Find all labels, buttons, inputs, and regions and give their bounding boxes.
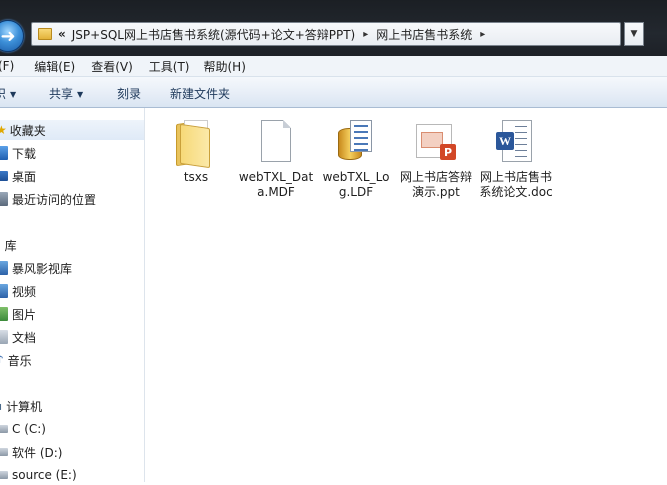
chevron-down-icon: ▼: [10, 90, 17, 99]
menu-edit[interactable]: 编辑(E): [28, 58, 81, 75]
breadcrumb-separator-icon[interactable]: ▸: [363, 29, 368, 40]
nav-item-label: source (E:): [12, 468, 77, 482]
nav-item-label: C (C:): [12, 422, 46, 436]
address-overflow-chevron[interactable]: «: [58, 27, 66, 41]
mdf-file-icon: [252, 118, 300, 166]
document-icon: [0, 330, 8, 344]
nav-item-drive-d[interactable]: 软件 (D:): [0, 442, 62, 462]
command-bar: 织 ▼ 共享 ▼ 刻录 新建文件夹: [0, 77, 667, 108]
back-arrow-icon: ➜: [0, 25, 16, 47]
menu-help[interactable]: 帮助(H): [198, 58, 252, 75]
nav-item-label: 文档: [12, 330, 37, 345]
breadcrumb-segment-current[interactable]: 网上书店售书系统: [376, 26, 472, 43]
word-file-icon: W: [492, 118, 540, 166]
nav-favorites-header[interactable]: ★ 收藏夹: [0, 120, 144, 140]
share-label: 共享: [49, 87, 74, 101]
powerpoint-file-icon: P: [412, 118, 460, 166]
file-item-folder[interactable]: tsxs: [158, 118, 234, 185]
file-name: webTXL_Log.LDF: [322, 170, 390, 199]
desktop-icon: [0, 171, 8, 181]
nav-item-label: 最近访问的位置: [12, 192, 97, 207]
nav-item-label: 音乐: [7, 353, 32, 368]
nav-item-label: 软件 (D:): [12, 445, 63, 460]
drive-icon: [0, 425, 8, 433]
menu-tools[interactable]: 工具(T): [143, 58, 196, 75]
nav-item-label: 暴风影视库: [12, 261, 73, 276]
organize-button[interactable]: 织 ▼: [0, 85, 16, 102]
file-name: tsxs: [183, 170, 209, 184]
nav-item-label: 视频: [12, 284, 37, 299]
file-item-ppt[interactable]: P 网上书店答辩演示.ppt: [398, 118, 474, 200]
back-button[interactable]: ➜: [0, 20, 24, 52]
nav-item-desktop[interactable]: 桌面: [0, 166, 36, 186]
nav-item-label: 图片: [12, 307, 37, 322]
picture-icon: [0, 307, 8, 321]
file-item-mdf[interactable]: webTXL_Data.MDF: [238, 118, 314, 200]
address-bar[interactable]: « JSP+SQL网上书店售书系统(源代码+论文+答辩PPT) ▸ 网上书店售书…: [31, 22, 621, 46]
nav-item-drive-e[interactable]: source (E:): [0, 465, 77, 485]
share-button[interactable]: 共享 ▼: [49, 85, 83, 102]
folder-icon: [172, 118, 220, 169]
menu-view[interactable]: 查看(V): [85, 58, 139, 75]
nav-libraries-header[interactable]: ▮ 库: [0, 235, 17, 255]
video-icon: [0, 284, 8, 298]
nav-item-music[interactable]: ♪ 音乐: [0, 350, 32, 370]
nav-item-label: 下载: [12, 146, 37, 161]
download-arrow-icon: [0, 146, 8, 160]
nav-header-label: 计算机: [6, 399, 43, 414]
navigation-pane: ★ 收藏夹 下载 桌面 最近访问的位置 ▮ 库 暴风影视库 视频 图片 文档 ♪…: [0, 108, 145, 482]
burn-button[interactable]: 刻录: [117, 85, 141, 102]
nav-item-baofeng-library[interactable]: 暴风影视库: [0, 258, 72, 278]
new-folder-button[interactable]: 新建文件夹: [170, 85, 230, 102]
file-list: tsxs webTXL_Data.MDF webTXL_Log.LDF P 网上…: [146, 108, 667, 482]
folder-icon: [38, 28, 52, 40]
title-bar: ➜ « JSP+SQL网上书店售书系统(源代码+论文+答辩PPT) ▸ 网上书店…: [0, 0, 667, 56]
nav-item-drive-c[interactable]: C (C:): [0, 419, 46, 439]
nav-item-recent-places[interactable]: 最近访问的位置: [0, 189, 96, 209]
chevron-down-icon: ▼: [630, 29, 638, 39]
menu-bar: (F) 编辑(E) 查看(V) 工具(T) 帮助(H): [0, 56, 667, 77]
drive-icon: [0, 471, 8, 479]
breadcrumb-separator-icon[interactable]: ▸: [480, 29, 485, 40]
menu-file[interactable]: (F): [0, 59, 20, 73]
file-name: 网上书店售书系统论文.doc: [479, 170, 553, 199]
nav-header-label: 库: [4, 238, 17, 253]
nav-item-documents[interactable]: 文档: [0, 327, 36, 347]
music-note-icon: ♪: [0, 353, 4, 367]
file-name: webTXL_Data.MDF: [238, 170, 314, 199]
nav-item-pictures[interactable]: 图片: [0, 304, 36, 324]
nav-item-label: 桌面: [12, 169, 37, 184]
drive-icon: [0, 448, 8, 456]
address-dropdown-button[interactable]: ▼: [624, 22, 644, 46]
nav-item-downloads[interactable]: 下载: [0, 143, 36, 163]
nav-header-label: 收藏夹: [9, 123, 46, 138]
video-library-icon: [0, 261, 8, 275]
file-item-doc[interactable]: W 网上书店售书系统论文.doc: [478, 118, 554, 200]
star-icon: ★: [0, 123, 7, 137]
library-icon: ▮: [0, 238, 1, 252]
nav-item-videos[interactable]: 视频: [0, 281, 36, 301]
recent-places-icon: [0, 192, 8, 206]
breadcrumb-segment-parent[interactable]: JSP+SQL网上书店售书系统(源代码+论文+答辩PPT): [72, 26, 355, 43]
file-item-ldf[interactable]: webTXL_Log.LDF: [318, 118, 394, 200]
organize-label: 织: [0, 87, 7, 101]
database-log-icon: [332, 118, 380, 166]
computer-icon: ▪: [0, 399, 2, 413]
file-name: 网上书店答辩演示.ppt: [399, 170, 472, 199]
chevron-down-icon: ▼: [77, 90, 84, 99]
nav-computer-header[interactable]: ▪ 计算机: [0, 396, 42, 416]
